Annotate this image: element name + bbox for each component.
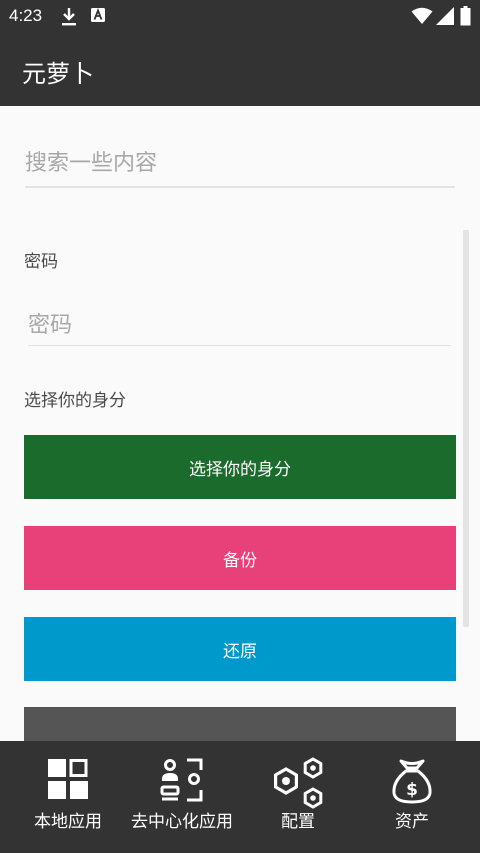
partial-button[interactable] bbox=[24, 707, 456, 741]
app-notification-icon bbox=[91, 8, 105, 22]
wifi-icon bbox=[411, 7, 433, 24]
nav-label-decentralized-apps: 去中心化应用 bbox=[131, 812, 233, 832]
app-title: 元萝卜 bbox=[22, 60, 94, 88]
status-bar: 4:23 bbox=[0, 0, 480, 34]
nav-item-config[interactable]: 配置 bbox=[238, 741, 358, 853]
download-icon bbox=[62, 8, 76, 26]
backup-button[interactable]: 备份 bbox=[24, 526, 456, 590]
password-field[interactable] bbox=[28, 306, 451, 346]
svg-text:$: $ bbox=[406, 780, 418, 800]
app-bar: 元萝卜 bbox=[0, 34, 480, 106]
grid-icon bbox=[48, 759, 88, 799]
battery-icon bbox=[460, 6, 471, 26]
nav-item-decentralized-apps[interactable]: 去中心化应用 bbox=[122, 741, 242, 853]
nav-label-local-apps: 本地应用 bbox=[34, 812, 102, 832]
bottom-nav: 本地应用 去中心化应用 配置 $ 资产 bbox=[0, 741, 480, 853]
signal-icon bbox=[436, 7, 454, 25]
password-label: 密码 bbox=[24, 252, 58, 272]
nav-label-assets: 资产 bbox=[395, 812, 429, 832]
decentralized-apps-icon bbox=[160, 758, 203, 802]
restore-button[interactable]: 还原 bbox=[24, 617, 456, 681]
scrollbar[interactable] bbox=[463, 230, 469, 627]
nav-item-local-apps[interactable]: 本地应用 bbox=[8, 741, 128, 853]
hexagons-icon bbox=[273, 757, 323, 809]
search-input[interactable] bbox=[25, 140, 455, 188]
status-time: 4:23 bbox=[9, 6, 43, 25]
select-identity-button[interactable]: 选择你的身分 bbox=[24, 435, 456, 499]
nav-item-assets[interactable]: $ 资产 bbox=[352, 741, 472, 853]
money-bag-icon: $ bbox=[392, 759, 432, 804]
identity-label: 选择你的身分 bbox=[24, 391, 126, 411]
nav-label-config: 配置 bbox=[281, 812, 315, 832]
